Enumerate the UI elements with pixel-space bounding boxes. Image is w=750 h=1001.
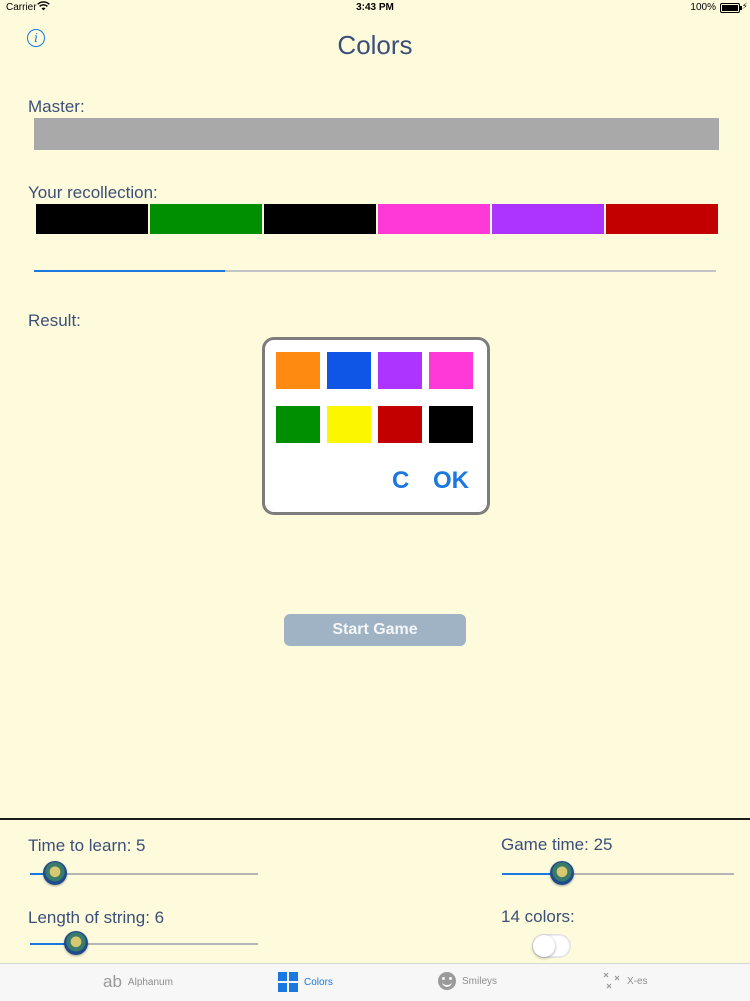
tab-smileys-label: Smileys [462,975,498,987]
color-option[interactable] [429,406,473,443]
tab-bar: ab Alphanum Colors Smileys X-es [0,963,750,1001]
recollection-swatch[interactable] [36,204,148,234]
time-to-learn-slider[interactable] [30,861,258,885]
charging-icon: ⚡ [741,1,748,11]
recollection-swatch[interactable] [264,204,376,234]
result-label: Result: [28,311,81,330]
recollection-swatch[interactable] [378,204,490,234]
game-time-label: Game time: 25 [501,835,613,854]
color-option[interactable] [378,406,422,443]
color-option[interactable] [327,352,371,389]
recollection-swatch[interactable] [606,204,718,234]
time-to-learn-label: Time to learn: 5 [28,836,146,855]
tab-smileys[interactable]: Smileys [438,972,497,990]
tab-colors[interactable]: Colors [278,972,333,992]
page-title: Colors [337,30,413,60]
clock-label: 3:43 PM [356,2,394,13]
colors-toggle-label: 14 colors: [501,907,575,926]
clear-button[interactable]: C [392,467,409,495]
color-option[interactable] [276,352,320,389]
game-time-slider[interactable] [502,861,734,885]
ab-icon: ab [103,972,122,991]
tab-alphanum-label: Alphanum [127,976,173,988]
status-bar: Carrier 3:43 PM 100% ⚡ [0,0,750,16]
color-option[interactable] [378,352,422,389]
grid-icon [278,972,298,992]
colors-toggle-knob [533,935,555,957]
colors-toggle-switch[interactable] [532,934,571,958]
master-label: Master: [28,97,85,116]
tab-alphanum[interactable]: ab Alphanum [103,972,173,992]
start-game-button[interactable]: Start Game [284,614,466,646]
smiley-icon [438,972,456,990]
timer-progress-fill [34,270,225,272]
ok-button[interactable]: OK [433,467,469,495]
recollection-swatch[interactable] [150,204,262,234]
recollection-swatch[interactable] [492,204,604,234]
color-picker-panel: C OK [262,337,490,515]
xes-icon [603,972,621,990]
time-to-learn-slider-thumb[interactable] [43,861,68,885]
game-time-slider-thumb[interactable] [550,861,575,885]
recollection-strip [36,204,718,234]
tab-colors-label: Colors [304,976,333,988]
tab-xes[interactable]: X-es [603,972,648,990]
battery-icon [720,3,742,13]
color-option[interactable] [276,406,320,443]
recollection-label: Your recollection: [28,183,158,202]
master-color-bar [34,118,719,150]
length-of-string-label: Length of string: 6 [28,908,165,927]
settings-divider [0,818,750,820]
color-picker-grid [276,352,476,443]
length-of-string-slider-thumb[interactable] [63,931,88,955]
length-of-string-slider[interactable] [30,931,258,955]
tab-xes-label: X-es [627,975,648,987]
battery-percentage: 100% [690,2,716,13]
color-option[interactable] [327,406,371,443]
color-option[interactable] [429,352,473,389]
timer-progress-bar [34,270,716,272]
